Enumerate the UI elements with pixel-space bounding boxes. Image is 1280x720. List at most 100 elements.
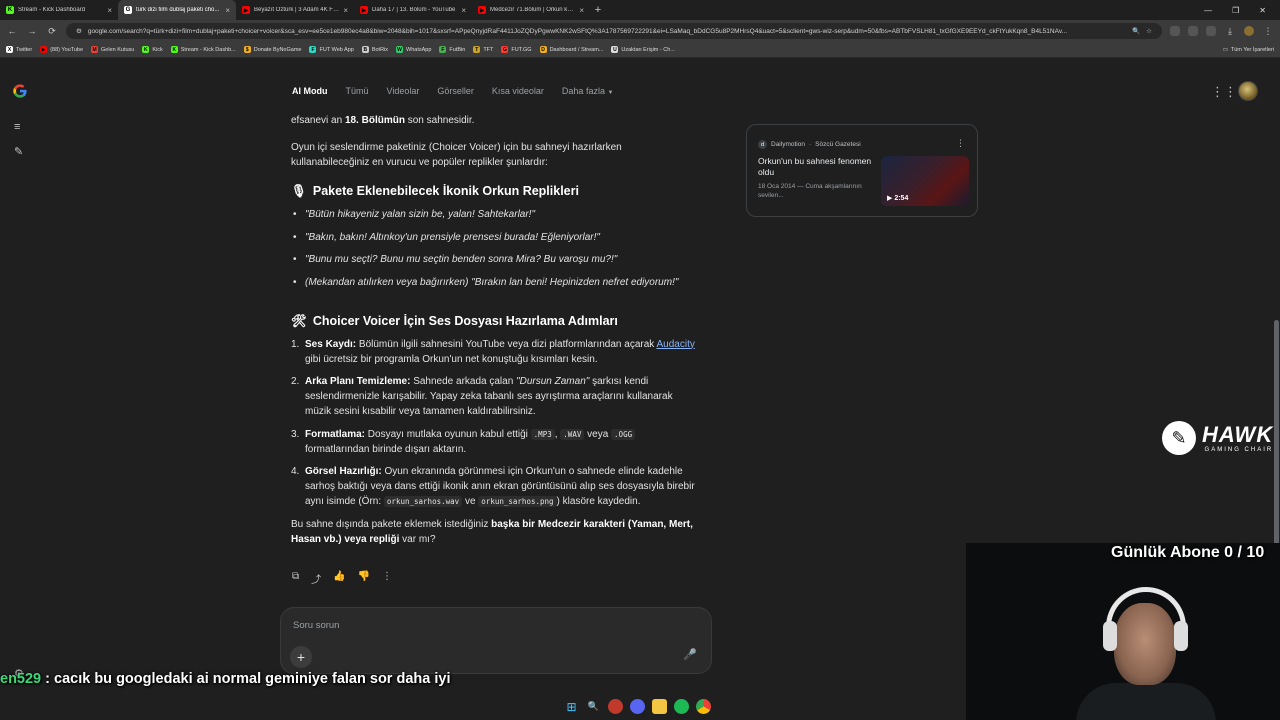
new-chat-icon[interactable]: ✎ — [14, 145, 23, 158]
bookmark-favicon-icon: F — [439, 46, 447, 53]
bookmark-item[interactable]: T TFT — [473, 46, 493, 53]
hawk-brand: HAWK — [1202, 422, 1274, 447]
tab-ai-mode[interactable]: AI Modu — [292, 86, 328, 96]
browser-tab[interactable]: ▶ Medcezir 71.Bölüm | Orkun kay... × — [472, 0, 590, 20]
bookmark-item[interactable]: B BotRix — [361, 46, 388, 53]
format-code: .MP3 — [530, 428, 555, 440]
add-attachment-button[interactable]: + — [290, 646, 312, 668]
tab-all[interactable]: Tümü — [346, 86, 369, 96]
step-title: Arka Planı Temizleme: — [305, 376, 411, 387]
close-window-icon[interactable]: ✕ — [1259, 6, 1266, 15]
reload-icon[interactable]: ⟳ — [46, 26, 58, 37]
spotify-icon[interactable] — [674, 699, 689, 714]
tab-images[interactable]: Görseller — [437, 86, 474, 96]
extension-icon[interactable] — [1206, 26, 1216, 36]
maximize-icon[interactable]: ❐ — [1232, 6, 1239, 15]
answer-actions: ⧉ ⤴ 👍 👎 ⋮ — [292, 571, 392, 586]
bookmark-item[interactable]: W WhatsApp — [396, 46, 431, 53]
thumbs-down-icon[interactable]: 👎 — [358, 571, 370, 586]
browser-tab[interactable]: ▶ Daha 17 | 13. Bölüm - YouTube × — [354, 0, 472, 20]
bookmark-item[interactable]: K Stream - Kick Dashb... — [170, 46, 236, 53]
bookmark-favicon-icon: $ — [243, 46, 251, 53]
menu-icon[interactable]: ⋮ — [1262, 26, 1274, 37]
audacity-link[interactable]: Audacity — [657, 339, 695, 350]
avatar[interactable] — [1238, 81, 1258, 101]
ask-box[interactable]: Soru sorun + 🎤 — [280, 607, 712, 674]
google-logo-icon[interactable] — [12, 83, 28, 99]
chrome-icon[interactable] — [696, 699, 711, 714]
step-text: Bölümün ilgili sahnesini YouTube veya di… — [356, 338, 657, 350]
webcam-feed — [966, 543, 1280, 720]
tab-title: türk dizi film dublaj paketi cho... — [136, 7, 220, 13]
bookmark-item[interactable]: X Twitter — [6, 46, 32, 53]
card-more-icon[interactable]: ⋮ — [956, 138, 965, 149]
card-source-name: Dailymotion — [771, 141, 805, 148]
more-options-icon[interactable]: ⋮ — [382, 571, 392, 586]
folder-icon[interactable] — [652, 699, 667, 714]
search-icon[interactable]: 🔍 — [586, 699, 601, 714]
bookmark-item[interactable]: U Uzaktan Erişim - Ch... — [611, 46, 675, 53]
source-card[interactable]: d Dailymotion · Sözcü Gazetesi ⋮ Orkun'u… — [746, 124, 978, 217]
bookmark-favicon-icon: F — [309, 46, 317, 53]
bookmark-star-icon[interactable]: ☆ — [1146, 27, 1152, 35]
forward-icon[interactable]: → — [26, 26, 38, 36]
bookmark-item[interactable]: K Kick — [142, 46, 163, 53]
bookmark-item[interactable]: F FUT Web App — [309, 46, 354, 53]
back-icon[interactable]: ← — [6, 26, 18, 36]
close-tab-icon[interactable]: × — [225, 6, 230, 15]
quotes-heading: 🎙 Pakete Eklenebilecek İkonik Orkun Repl… — [291, 184, 701, 199]
extension-icon[interactable] — [1170, 26, 1180, 36]
copy-icon[interactable]: ⧉ — [292, 571, 299, 586]
app-icon[interactable] — [608, 699, 623, 714]
tab-title: Daha 17 | 13. Bölüm - YouTube — [372, 7, 456, 13]
new-tab-button[interactable]: + — [590, 4, 606, 16]
bookmark-item[interactable]: F FutBin — [439, 46, 465, 53]
step-title: Formatlama: — [305, 428, 366, 440]
extension-icon[interactable] — [1188, 26, 1198, 36]
format-code: .OGG — [611, 428, 636, 440]
ask-input[interactable]: Soru sorun — [293, 620, 339, 631]
tab-title: Stream - Kick Dashboard — [18, 7, 86, 13]
minimize-icon[interactable]: — — [1204, 6, 1212, 15]
step-text: formatlarından birinde dışarı aktarın. — [305, 443, 467, 455]
bookmark-label: Uzaktan Erişim - Ch... — [621, 46, 675, 53]
url-field[interactable]: ⚙ google.com/search?q=türk+dizi+film+dub… — [66, 23, 1162, 39]
tab-more[interactable]: Daha fazla ▼ — [562, 86, 614, 96]
bookmark-item[interactable]: $ Donate ByNoGame — [243, 46, 301, 53]
streamer-body — [1076, 683, 1216, 720]
history-list-icon[interactable]: ≡ — [14, 121, 20, 133]
site-info-icon[interactable]: ⚙ — [76, 27, 82, 35]
close-tab-icon[interactable]: × — [107, 6, 112, 15]
downloads-icon[interactable]: ⤓ — [1224, 26, 1236, 37]
card-snippet: 18 Oca 2014 — Cuma akşamlarının sevilen.… — [758, 183, 862, 199]
discord-icon[interactable] — [630, 699, 645, 714]
bookmarks-bar: X Twitter ▶ (88) YouTube M Gelen Kutusu K Kick K… — [0, 42, 1280, 58]
step-text: ve — [462, 496, 479, 507]
bookmark-item[interactable]: D Dashboard / Stream... — [539, 46, 603, 53]
share-icon[interactable]: ⤴ — [311, 571, 321, 586]
mic-icon[interactable]: 🎤 — [683, 648, 697, 661]
all-bookmarks-folder[interactable]: ▭ Tüm Yer İşaretleri — [1223, 47, 1274, 53]
zoom-icon[interactable]: 🔍 — [1132, 27, 1140, 35]
tab-videos[interactable]: Videolar — [387, 86, 420, 96]
tab-short-videos[interactable]: Kısa videolar — [492, 86, 544, 96]
card-title[interactable]: Orkun'un bu sahnesi fenomen oldu — [758, 156, 873, 178]
bookmark-favicon-icon: ▶ — [40, 46, 48, 53]
close-tab-icon[interactable]: × — [461, 6, 466, 15]
list-item: 3. Formatlama: Dosyayı mutlaka oyunun ka… — [291, 427, 701, 457]
browser-tab[interactable]: Gtürk dizi film dublaj paketi cho... × — [118, 0, 236, 20]
chat-text: : cacık bu googledaki ai normal geminiye… — [41, 671, 451, 687]
windows-start-icon[interactable]: ⊞ — [564, 699, 579, 714]
close-tab-icon[interactable]: × — [343, 6, 348, 15]
bookmark-item[interactable]: ▶ (88) YouTube — [40, 46, 83, 53]
headphones-cup — [1103, 621, 1117, 651]
browser-tab[interactable]: ▶ Beyazıt Öztürk | 3 Adam 4K FU... × — [236, 0, 354, 20]
bookmark-item[interactable]: G FUT.GG — [501, 46, 532, 53]
close-tab-icon[interactable]: × — [579, 6, 584, 15]
thumbs-up-icon[interactable]: 👍 — [333, 571, 345, 586]
browser-tab[interactable]: K Stream - Kick Dashboard × — [0, 0, 118, 20]
bookmark-item[interactable]: M Gelen Kutusu — [91, 46, 134, 53]
card-thumbnail[interactable]: ▶ 2:54 — [881, 156, 969, 206]
profile-small-icon[interactable] — [1244, 26, 1254, 36]
bookmark-favicon-icon: G — [501, 46, 509, 53]
